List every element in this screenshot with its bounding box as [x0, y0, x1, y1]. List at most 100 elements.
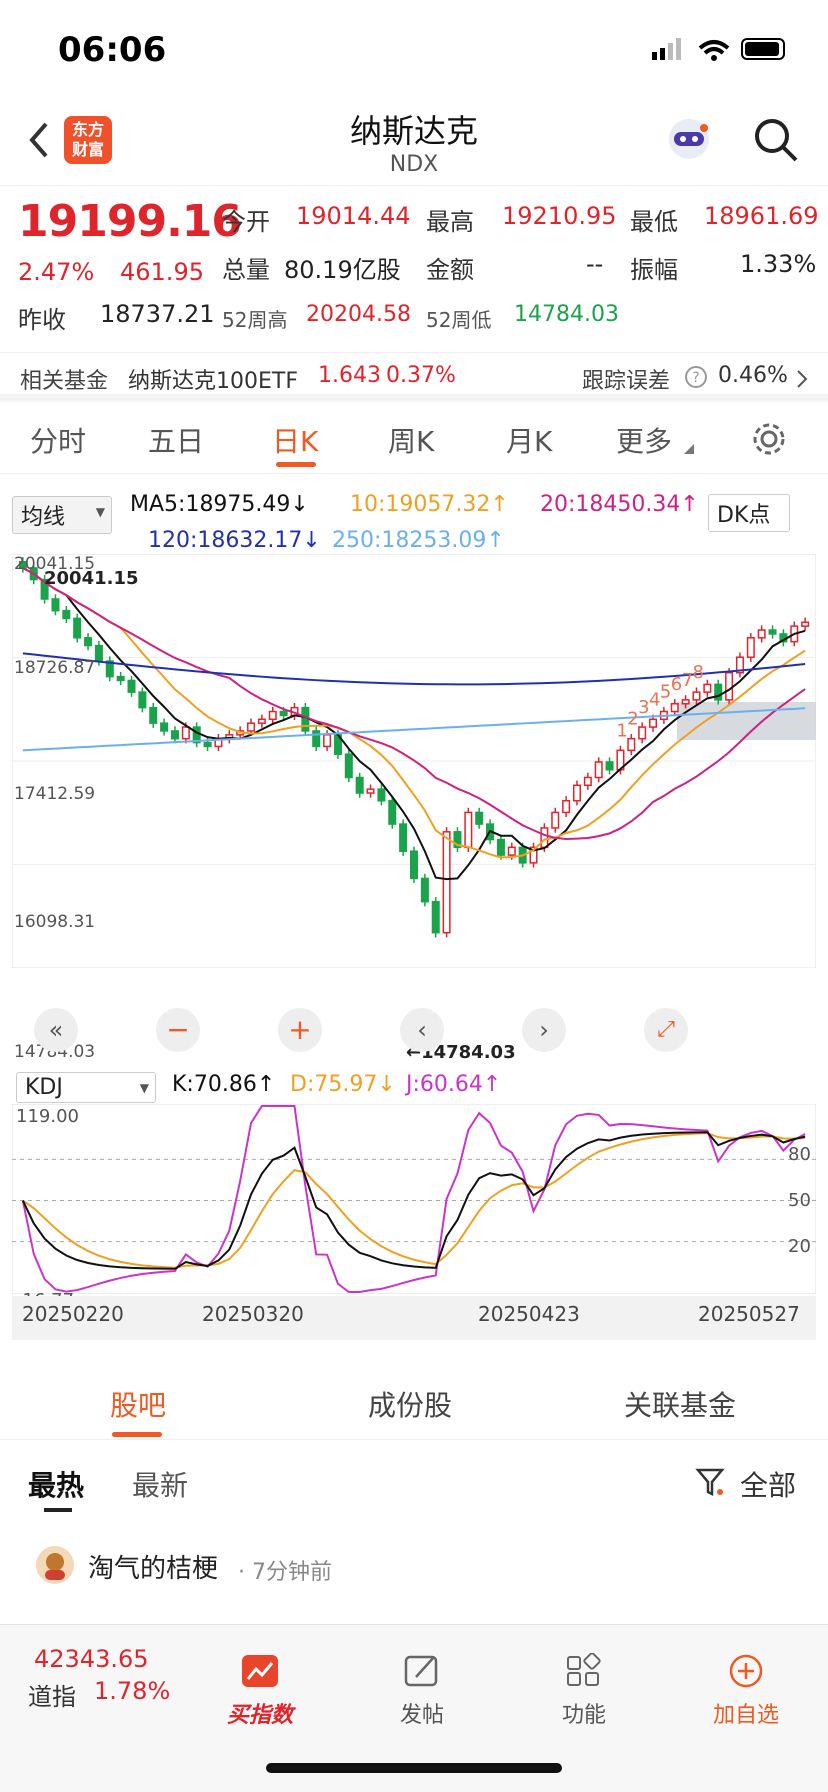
candle-body — [420, 877, 429, 903]
user-avatar[interactable] — [36, 1546, 74, 1584]
candle-body — [73, 617, 82, 639]
candle-body — [649, 718, 658, 728]
indicator-selector-label: KDJ — [25, 1075, 63, 1100]
status-bar: 06:06 — [0, 0, 828, 96]
tab-monthly-k[interactable]: 月K — [506, 420, 552, 460]
post-tab[interactable]: 发帖 — [362, 1653, 482, 1729]
candle-body — [355, 776, 364, 794]
tab-five-day[interactable]: 五日 — [148, 420, 204, 460]
assistant-robot-icon[interactable] — [664, 114, 714, 164]
filter-icon[interactable] — [694, 1466, 726, 1498]
rewind-button[interactable]: « — [34, 1008, 78, 1052]
scroll-left-button[interactable]: ‹ — [400, 1008, 444, 1052]
grid-icon — [567, 1652, 601, 1686]
candle-body — [692, 691, 701, 701]
amount-label: 金额 — [426, 256, 474, 284]
buy-index-label: 买指数 — [226, 1703, 293, 1728]
seq-count-label: 6 — [671, 674, 682, 695]
date-label-3: 20250423 — [478, 1302, 580, 1326]
candlestick-chart[interactable]: 123 4 5 6 7 8 9 — [12, 554, 816, 968]
tab-daily-k[interactable]: 日K — [272, 420, 318, 460]
post-author[interactable]: 淘气的桔梗 — [88, 1548, 218, 1585]
help-icon[interactable]: ? — [684, 365, 708, 389]
candle-body — [257, 718, 266, 724]
active-tab-indicator — [276, 462, 316, 467]
settings-gear-icon[interactable] — [752, 422, 786, 456]
add-watchlist-label: 加自选 — [712, 1703, 779, 1728]
wk52-high-label: 52周高 — [222, 308, 288, 332]
section-tab-indicator — [112, 1432, 162, 1437]
candle-body — [203, 741, 212, 748]
volume-value: 80.19亿股 — [284, 256, 401, 284]
candle-body — [388, 800, 397, 825]
edit-icon — [404, 1655, 438, 1687]
open-label: 今开 — [222, 208, 270, 236]
tab-weekly-k[interactable]: 周K — [388, 420, 434, 460]
dow-index-name[interactable]: 道指 — [28, 1677, 76, 1712]
prev-close-label: 昨收 — [18, 306, 66, 334]
candle-body — [507, 846, 516, 856]
candle-body — [170, 730, 179, 740]
candle-body — [344, 753, 353, 779]
tracking-error-label: 跟踪误差 — [582, 369, 671, 394]
kdj-axis-top: 119.00 — [16, 1106, 79, 1127]
date-label-1: 20250220 — [22, 1302, 124, 1326]
candle-body — [638, 726, 647, 740]
tab-more[interactable]: 更多 — [616, 420, 672, 460]
candle-body — [160, 722, 169, 732]
date-label-2: 20250320 — [202, 1302, 304, 1326]
scroll-right-button[interactable]: › — [522, 1008, 566, 1052]
svg-text:?: ? — [692, 370, 699, 386]
dk-point-button[interactable]: DK点 — [708, 494, 790, 532]
seq-count-label: 3 — [638, 697, 649, 718]
candle-body — [279, 710, 288, 717]
dk-point-label: DK点 — [717, 503, 771, 528]
amplitude-label: 振幅 — [630, 256, 678, 284]
tab-newest[interactable]: 最新 — [132, 1464, 188, 1504]
fullscreen-button[interactable]: ⤢ — [644, 1008, 688, 1052]
tab-hottest[interactable]: 最热 — [28, 1464, 84, 1504]
dow-index-value[interactable]: 42343.65 — [34, 1645, 149, 1673]
max-price-annotation: 20041.15 — [44, 568, 139, 589]
candle-body — [181, 726, 190, 740]
candle-body — [605, 761, 614, 771]
axis-label-4: 16098.31 — [14, 912, 96, 932]
search-icon[interactable] — [752, 116, 800, 164]
dropdown-arrow-icon: ▼ — [95, 505, 105, 519]
low-label: 最低 — [630, 208, 678, 236]
candle-body — [583, 776, 592, 787]
zoom-in-button[interactable]: + — [278, 1008, 322, 1052]
filter-all[interactable]: 全部 — [740, 1464, 796, 1504]
add-watchlist-tab[interactable]: 加自选 — [686, 1653, 806, 1729]
kdj-chart[interactable] — [12, 1104, 816, 1294]
candle-body — [464, 811, 473, 849]
candle-body — [594, 761, 603, 779]
ma5-value: MA5:18975.49↓ — [130, 492, 309, 517]
function-tab[interactable]: 功能 — [524, 1652, 644, 1729]
kdj-axis-50: 50 — [788, 1190, 811, 1211]
tab-intraday[interactable]: 分时 — [30, 420, 86, 460]
dropdown-triangle-icon — [684, 444, 694, 454]
dow-index-change[interactable]: 1.78% — [94, 1677, 170, 1705]
seq-count-label: 7 — [682, 670, 693, 691]
zoom-out-button[interactable]: − — [156, 1008, 200, 1052]
ma-selector-label: 均线 — [21, 505, 66, 530]
tab-stock-forum[interactable]: 股吧 — [110, 1384, 166, 1424]
candle-body — [725, 671, 734, 701]
buy-index-tab[interactable]: 买指数 — [200, 1653, 320, 1729]
ma-selector[interactable]: 均线 ▼ — [12, 496, 112, 534]
candle-body — [442, 831, 451, 934]
tab-related-funds[interactable]: 关联基金 — [624, 1384, 736, 1424]
candle-body — [127, 679, 136, 693]
status-time: 06:06 — [58, 30, 167, 70]
seq-count-label: 4 — [649, 689, 660, 710]
kline-chart-area: 均线 ▼ MA5:18975.49↓ 10:19057.32↑ 20:18450.… — [0, 480, 828, 1380]
related-fund-bar[interactable]: 相关基金 纳斯达克100ETF 1.643 0.37% 跟踪误差 ? 0.46% — [0, 352, 828, 402]
candle-body — [551, 811, 560, 829]
indicator-selector[interactable]: KDJ ▼ — [16, 1072, 156, 1103]
candle-body — [268, 710, 277, 721]
seq-count-label: 2 — [627, 709, 638, 730]
axis-label-2: 18726.87 — [14, 658, 96, 678]
tab-constituents[interactable]: 成份股 — [368, 1384, 452, 1424]
candle-body — [431, 900, 440, 934]
